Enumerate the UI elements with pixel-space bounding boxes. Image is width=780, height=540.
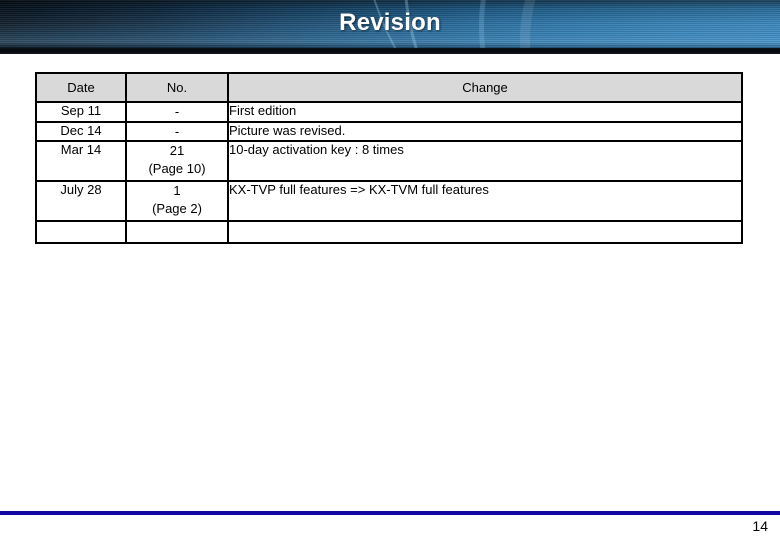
cell-no: - [125, 101, 229, 123]
table-row-empty [35, 220, 743, 245]
revision-table: Date No. Change Sep 11 - First edition D… [35, 72, 743, 245]
table-row: Sep 11 - First edition [35, 101, 743, 123]
cell-date: Mar 14 [35, 140, 127, 183]
page-title: Revision [339, 9, 441, 36]
page-number: 14 [752, 518, 768, 534]
slide-header-banner: Revision [0, 0, 780, 54]
column-header-change: Change [227, 72, 743, 103]
cell-no-page: (Page 10) [148, 160, 206, 176]
column-header-no: No. [125, 72, 229, 103]
cell-change: First edition [227, 101, 743, 123]
cell-change: 10-day activation key : 8 times [227, 140, 743, 183]
cell-date: Dec 14 [35, 120, 127, 143]
cell-no-main: 21 [169, 143, 185, 159]
table-header-row: Date No. Change [35, 72, 743, 103]
cell-date [35, 220, 127, 245]
table-row: Mar 14 21 (Page 10) 10-day activation ke… [35, 140, 743, 183]
cell-change: Picture was revised. [227, 120, 743, 143]
table-row: July 28 1 (Page 2) KX-TVP full features … [35, 180, 743, 223]
footer-divider [0, 511, 780, 515]
cell-date: Sep 11 [35, 101, 127, 123]
banner-bottom-edge [0, 48, 780, 54]
column-header-date: Date [35, 72, 127, 103]
cell-change: KX-TVP full features => KX-TVM full feat… [227, 180, 743, 223]
cell-no-main: - [174, 123, 180, 139]
cell-no: - [125, 120, 229, 143]
table-row: Dec 14 - Picture was revised. [35, 120, 743, 143]
cell-no-page: (Page 2) [152, 200, 202, 216]
cell-no-main: - [174, 104, 180, 119]
cell-no-main: 1 [173, 183, 181, 199]
cell-no: 21 (Page 10) [125, 140, 229, 183]
cell-no [125, 220, 229, 245]
cell-change [227, 220, 743, 245]
cell-no: 1 (Page 2) [125, 180, 229, 223]
cell-date: July 28 [35, 180, 127, 223]
